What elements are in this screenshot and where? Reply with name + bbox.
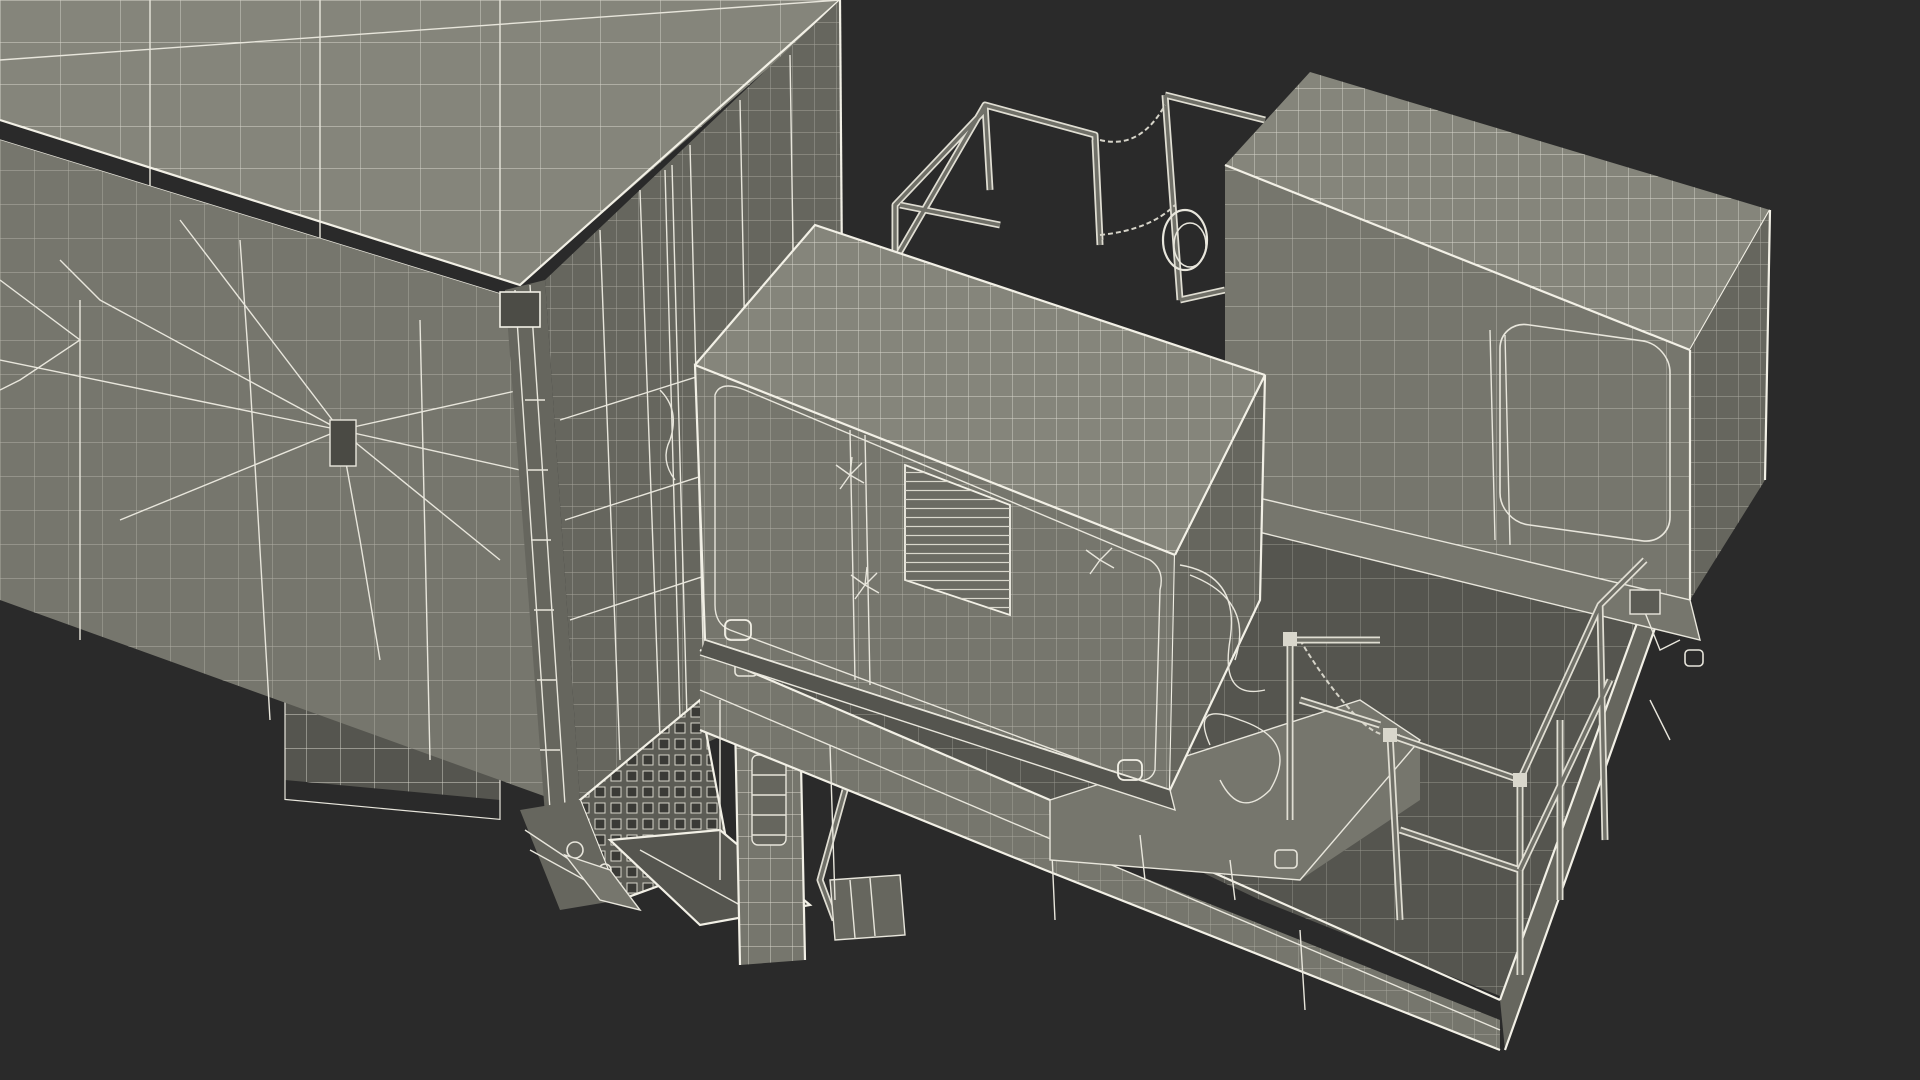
hose-coil-back	[1161, 208, 1209, 272]
wireframe-render	[0, 0, 1772, 1052]
